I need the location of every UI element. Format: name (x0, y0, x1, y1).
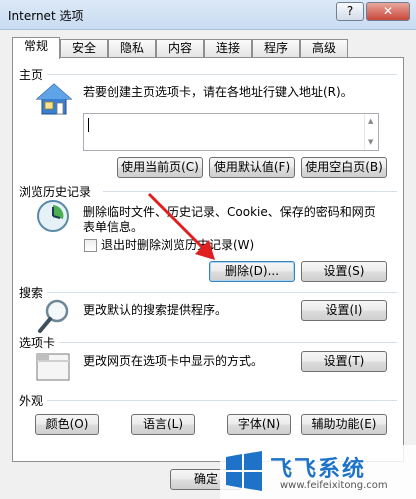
homepage-description: 若要创建主页选项卡，请在各地址行键入地址(R)。 (83, 85, 353, 99)
tab-connections[interactable]: 连接 (204, 39, 252, 58)
history-description-line1: 删除临时文件、历史记录、Cookie、保存的密码和网页 (83, 205, 376, 219)
scroll-up-icon[interactable]: ▲ (368, 117, 373, 125)
general-panel: 主页 若要创建主页选项卡，请在各地址行键入地址(R)。 ▲ ▼ 使用当前页(C)… (12, 57, 404, 462)
use-blank-button[interactable]: 使用空白页(B) (301, 157, 387, 178)
watermark-title: 飞飞系统 (270, 457, 367, 482)
tabs-settings-button[interactable]: 设置(T) (301, 351, 387, 372)
use-current-button[interactable]: 使用当前页(C) (117, 157, 203, 178)
fonts-button[interactable]: 字体(N) (227, 414, 291, 435)
colors-button[interactable]: 颜色(O) (35, 414, 99, 435)
tab-general[interactable]: 常规 (12, 37, 60, 59)
tabs-section-divider (59, 342, 397, 343)
homepage-divider (47, 74, 397, 75)
use-default-button[interactable]: 使用默认值(F) (209, 157, 295, 178)
search-settings-button[interactable]: 设置(I) (301, 300, 387, 321)
tabs-section-title: 选项卡 (19, 336, 56, 350)
close-button[interactable]: ✕ (366, 2, 410, 21)
tab-security[interactable]: 安全 (60, 39, 108, 58)
delete-on-exit-checkbox[interactable] (84, 239, 97, 252)
title-bar: Internet 选项 ? ✕ (0, 0, 416, 30)
tabs-icon (36, 353, 70, 381)
red-arrow-annotation (147, 192, 215, 260)
tab-content[interactable]: 内容 (156, 39, 204, 58)
search-divider (47, 292, 397, 293)
windows-logo-icon (226, 451, 262, 491)
watermark-url: www.feifeixitong.com (280, 480, 388, 491)
watermark: 飞飞系统 www.feifeixitong.com (220, 445, 416, 499)
languages-button[interactable]: 语言(L) (131, 414, 195, 435)
address-scrollbar[interactable]: ▲ ▼ (364, 114, 378, 150)
text-caret (88, 118, 89, 132)
history-description-line2: 表单信息。 (83, 220, 144, 234)
tab-programs[interactable]: 程序 (252, 39, 300, 58)
homepage-address-input[interactable]: ▲ ▼ (83, 113, 379, 151)
history-settings-button[interactable]: 设置(S) (301, 261, 387, 282)
window-title: Internet 选项 (8, 9, 84, 23)
accessibility-button[interactable]: 辅助功能(E) (301, 414, 387, 435)
appearance-divider (47, 400, 397, 401)
tabs-section-description: 更改网页在选项卡中显示的方式。 (83, 354, 264, 368)
appearance-section-title: 外观 (19, 394, 44, 408)
tab-advanced[interactable]: 高级 (300, 39, 348, 58)
homepage-section-title: 主页 (19, 68, 44, 82)
scroll-down-icon[interactable]: ▼ (368, 138, 373, 146)
search-description: 更改默认的搜索提供程序。 (83, 303, 228, 317)
house-icon (35, 83, 73, 115)
help-button[interactable]: ? (336, 2, 364, 21)
history-clock-icon (37, 200, 69, 232)
tab-privacy[interactable]: 隐私 (108, 39, 156, 58)
magnifier-icon (38, 299, 69, 333)
